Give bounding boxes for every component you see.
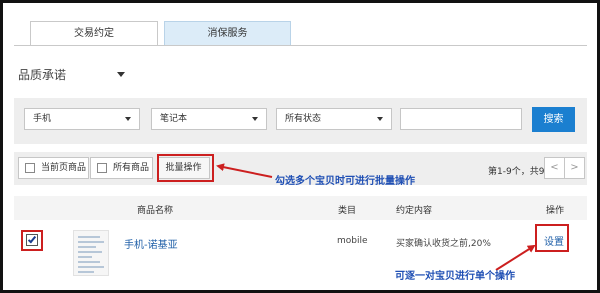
chevron-down-icon[interactable] (117, 72, 125, 77)
category-select-2-value: 笔记本 (160, 114, 188, 124)
search-button[interactable]: 搜索 (532, 107, 575, 132)
select-current-page-button[interactable]: 当前页商品 (18, 157, 89, 179)
row-checkbox[interactable] (26, 234, 38, 246)
product-name-link[interactable]: 手机-诺基亚 (124, 236, 178, 251)
filter-bar: 手机 笔记本 所有状态 搜索 (14, 98, 587, 144)
column-header-category: 类目 (338, 206, 357, 216)
single-annotation: 可逐一对宝贝进行单个操作 (395, 271, 515, 282)
tab-transaction-agreement[interactable]: 交易约定 (30, 21, 158, 46)
quality-commitment-dropdown[interactable]: 品质承诺 (18, 66, 66, 83)
next-page-button[interactable]: > (564, 157, 585, 179)
batch-button-highlight (157, 154, 214, 182)
thumbnail-line (78, 236, 100, 238)
settings-link[interactable]: 设置 (544, 233, 564, 248)
product-agreement-content: 买家确认收货之前,20% (396, 239, 491, 249)
checkbox-icon (97, 163, 107, 173)
prev-page-button[interactable]: < (544, 157, 565, 179)
select-current-page-label: 当前页商品 (41, 163, 87, 173)
table-header: 商品名称 类目 约定内容 操作 (14, 196, 587, 220)
thumbnail-line (78, 246, 96, 248)
chevron-down-icon (252, 117, 258, 121)
category-select-1[interactable]: 手机 (24, 108, 140, 130)
search-input[interactable] (400, 108, 522, 130)
thumbnail-line (78, 241, 104, 243)
column-header-name: 商品名称 (137, 206, 174, 216)
column-header-content: 约定内容 (396, 206, 433, 216)
select-all-button[interactable]: 所有商品 (90, 157, 153, 179)
checkmark-icon (27, 234, 37, 244)
thumbnail-line (78, 266, 104, 268)
select-all-label: 所有商品 (113, 163, 150, 173)
status-select-value: 所有状态 (285, 114, 322, 124)
column-header-operation: 操作 (546, 206, 565, 216)
product-thumbnail[interactable] (73, 230, 109, 276)
thumbnail-line (78, 256, 92, 258)
checkbox-icon (25, 163, 35, 173)
chevron-down-icon (125, 117, 131, 121)
thumbnail-line (78, 271, 94, 273)
category-select-1-value: 手机 (33, 114, 52, 124)
category-select-2[interactable]: 笔记本 (151, 108, 267, 130)
batch-annotation: 勾选多个宝贝时可进行批量操作 (275, 176, 415, 187)
thumbnail-line (78, 261, 100, 263)
chevron-down-icon (377, 117, 383, 121)
tab-consumer-protection[interactable]: 消保服务 (164, 21, 291, 46)
product-category: mobile (337, 236, 368, 246)
thumbnail-line (78, 251, 102, 253)
tab-divider (14, 45, 587, 46)
status-select[interactable]: 所有状态 (276, 108, 392, 130)
